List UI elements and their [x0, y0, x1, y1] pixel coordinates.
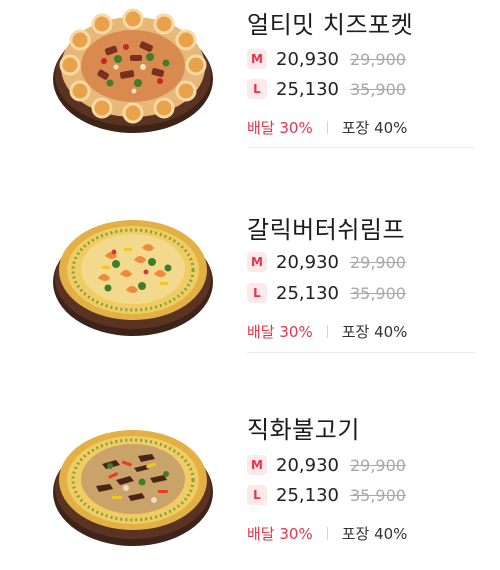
delivery-discount: 배달 30% [247, 322, 313, 341]
discount-row: 배달 30% 포장 40% [247, 522, 407, 544]
price-medium: 20,930 [276, 251, 339, 273]
original-price-medium: 29,900 [349, 252, 406, 272]
discount-separator [326, 120, 328, 134]
discount-row: 배달 30% 포장 40% [247, 116, 407, 138]
pizza-menu-list: 얼티밋 치즈포켓 M 20,930 29,900 L 25,130 35,900… [0, 0, 500, 548]
delivery-discount: 배달 30% [247, 524, 313, 543]
price-row-large[interactable]: L 25,130 35,900 [247, 78, 406, 100]
price-row-medium[interactable]: M 20,930 29,900 [247, 251, 406, 273]
menu-item-name: 갈릭버터쉬림프 [247, 216, 406, 244]
original-price-medium: 29,900 [349, 49, 406, 69]
pizza-image-garlic-butter-shrimp [50, 208, 216, 338]
original-price-large: 35,900 [349, 79, 406, 99]
price-large: 25,130 [276, 484, 339, 506]
price-row-large[interactable]: L 25,130 35,900 [247, 282, 406, 304]
price-row-medium[interactable]: M 20,930 29,900 [247, 48, 406, 70]
menu-item-name: 직화불고기 [247, 416, 360, 444]
menu-item-name: 얼티밋 치즈포켓 [247, 11, 414, 39]
pizza-image-ultimate-cheese-pocket [50, 5, 216, 135]
item-divider [247, 352, 475, 353]
discount-row: 배달 30% 포장 40% [247, 320, 407, 342]
price-medium: 20,930 [276, 48, 339, 70]
size-badge-l: L [247, 283, 267, 303]
original-price-large: 35,900 [349, 283, 406, 303]
price-large: 25,130 [276, 282, 339, 304]
menu-item-flame-bulgogi[interactable]: 직화불고기 M 20,930 29,900 L 25,130 35,900 배달… [0, 410, 500, 570]
size-badge-m: M [247, 455, 267, 475]
size-badge-m: M [247, 252, 267, 272]
discount-separator [326, 526, 328, 540]
price-row-medium[interactable]: M 20,930 29,900 [247, 454, 406, 476]
menu-item-ultimate-cheese-pocket[interactable]: 얼티밋 치즈포켓 M 20,930 29,900 L 25,130 35,900… [0, 0, 500, 160]
delivery-discount: 배달 30% [247, 118, 313, 137]
price-medium: 20,930 [276, 454, 339, 476]
size-badge-l: L [247, 79, 267, 99]
pickup-discount: 포장 40% [341, 322, 408, 341]
pickup-discount: 포장 40% [341, 524, 408, 543]
price-large: 25,130 [276, 78, 339, 100]
original-price-medium: 29,900 [349, 455, 406, 475]
size-badge-l: L [247, 485, 267, 505]
item-divider [247, 147, 475, 148]
price-row-large[interactable]: L 25,130 35,900 [247, 484, 406, 506]
discount-separator [326, 324, 328, 338]
original-price-large: 35,900 [349, 485, 406, 505]
size-badge-m: M [247, 49, 267, 69]
pizza-image-flame-bulgogi [50, 418, 216, 548]
menu-item-garlic-butter-shrimp[interactable]: 갈릭버터쉬림프 M 20,930 29,900 L 25,130 35,900 … [0, 205, 500, 365]
pickup-discount: 포장 40% [341, 118, 408, 137]
